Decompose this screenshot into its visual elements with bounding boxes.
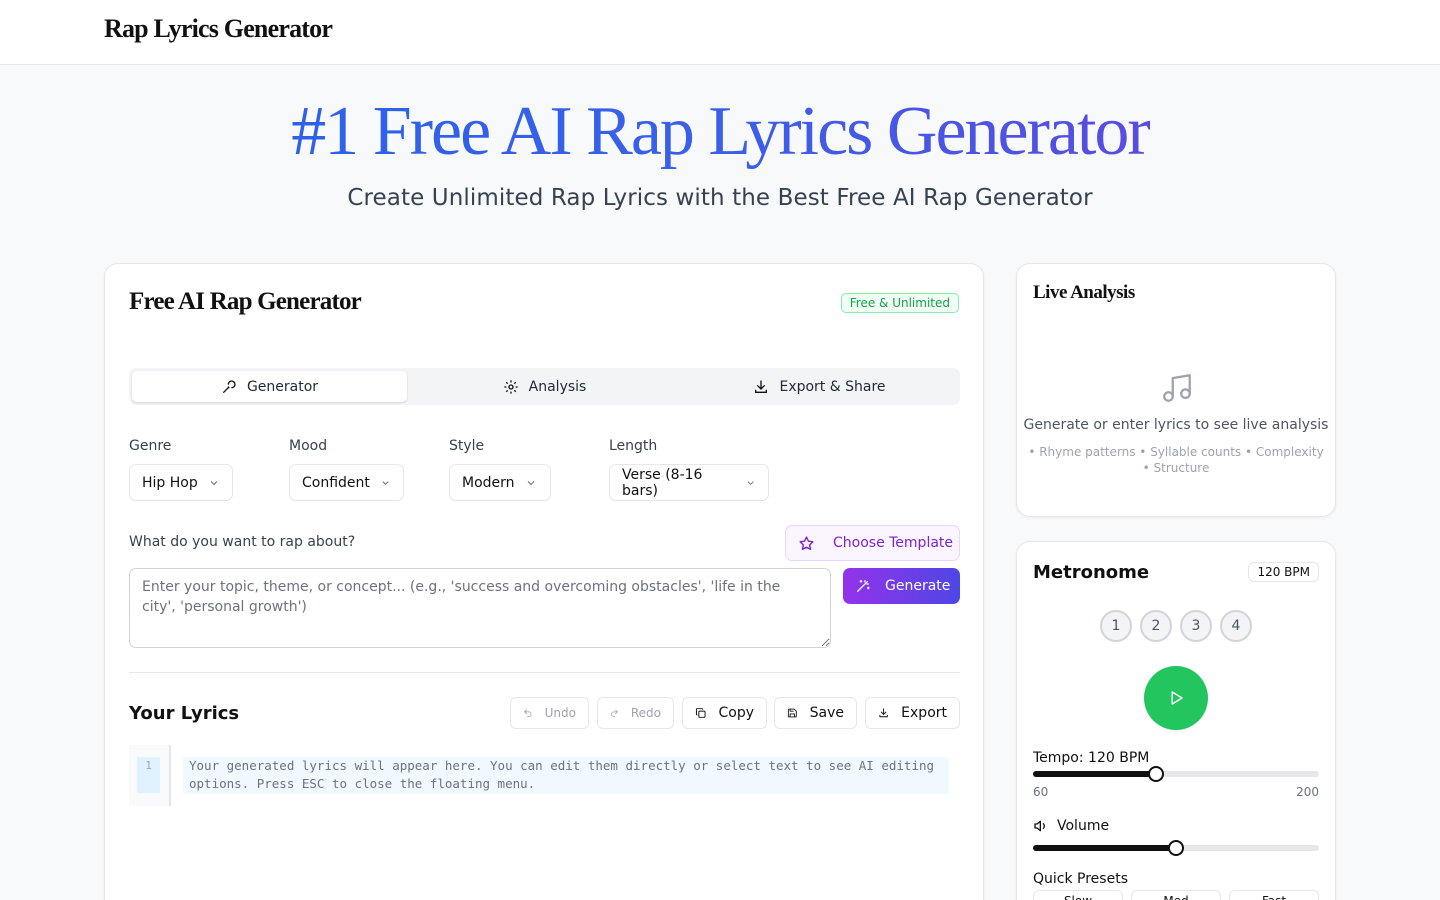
length-value: Verse (8-16 bars) — [622, 466, 703, 499]
preset-med-button[interactable]: Med — [1131, 890, 1221, 900]
undo-button[interactable]: Undo — [510, 697, 589, 729]
generator-title: Free AI Rap Generator — [129, 288, 362, 315]
download-icon — [879, 708, 888, 718]
top-nav-bar: Rap Lyrics Generator — [0, 0, 1440, 65]
chevron-down-icon — [527, 480, 534, 485]
generate-button[interactable]: Generate — [843, 568, 960, 604]
choose-template-label: Choose Template — [833, 535, 954, 551]
style-select[interactable]: Modern — [449, 464, 551, 501]
generator-card: Free AI Rap Generator Free & Unlimited G… — [104, 263, 984, 900]
genre-label: Genre — [129, 438, 172, 454]
volume-label-text: Volume — [1057, 818, 1110, 834]
magic-wand-icon — [857, 580, 870, 592]
redo-button[interactable]: Redo — [597, 697, 674, 729]
chevron-down-icon — [210, 480, 218, 485]
redo-icon — [611, 709, 618, 717]
bpm-badge: 120 BPM — [1248, 562, 1319, 582]
tab-export-label: Export & Share — [779, 378, 886, 395]
generate-label: Generate — [885, 578, 951, 594]
free-unlimited-badge: Free & Unlimited — [840, 293, 959, 313]
volume-slider-thumb[interactable] — [1168, 840, 1184, 856]
redo-label: Redo — [630, 706, 661, 720]
hero-subtitle: Create Unlimited Rap Lyrics with the Bes… — [347, 185, 1093, 211]
star-icon — [799, 535, 814, 550]
export-label: Export — [901, 705, 947, 721]
tab-analysis-label: Analysis — [528, 378, 587, 395]
copy-button[interactable]: Copy — [682, 697, 767, 729]
play-icon — [1171, 691, 1183, 705]
tab-analysis[interactable]: Analysis — [407, 371, 682, 402]
preset-fast-button[interactable]: Fast — [1229, 890, 1319, 900]
gear-icon — [503, 379, 518, 394]
preset-slow-button[interactable]: Slow — [1033, 890, 1123, 900]
genre-value: Hip Hop — [142, 474, 198, 491]
chevron-down-icon — [382, 480, 389, 485]
beat-indicator-4: 4 — [1220, 610, 1252, 642]
beat-indicator-2: 2 — [1140, 610, 1172, 642]
mood-select[interactable]: Confident — [289, 464, 404, 501]
tempo-slider-thumb[interactable] — [1147, 766, 1164, 782]
tempo-slider-fill — [1033, 771, 1156, 777]
style-label: Style — [449, 438, 485, 454]
metronome-title: Metronome — [1033, 562, 1150, 583]
volume-slider-fill — [1033, 845, 1176, 851]
copy-icon — [695, 708, 706, 718]
hero-title: #1 Free AI Rap Lyrics Generator — [0, 92, 1440, 173]
save-button[interactable]: Save — [774, 697, 857, 729]
section-divider — [129, 672, 960, 673]
tab-bar: Generator Analysis Export & Share — [129, 368, 960, 405]
tempo-max-label: 200 — [1296, 785, 1319, 799]
save-icon — [787, 708, 797, 718]
music-note-icon — [1163, 374, 1191, 402]
line-number-gutter: 1 — [129, 745, 171, 806]
line-number: 1 — [137, 757, 160, 793]
tab-generator[interactable]: Generator — [132, 371, 407, 402]
undo-icon — [524, 709, 532, 718]
download-icon — [755, 379, 768, 393]
brand-logo[interactable]: Rap Lyrics Generator — [104, 14, 333, 44]
length-select[interactable]: Verse (8-16 bars) — [609, 464, 769, 501]
live-analysis-title: Live Analysis — [1033, 282, 1135, 303]
volume-label: Volume — [1033, 818, 1109, 834]
copy-label: Copy — [718, 705, 754, 721]
tab-export-share[interactable]: Export & Share — [682, 371, 957, 402]
beat-indicator-1: 1 — [1100, 610, 1132, 642]
volume-slider[interactable] — [1033, 840, 1319, 856]
analysis-features: • Rhyme patterns • Syllable counts • Com… — [1028, 445, 1324, 475]
mood-label: Mood — [289, 438, 328, 454]
lyrics-title: Your Lyrics — [129, 703, 240, 724]
undo-label: Undo — [544, 706, 576, 720]
live-analysis-card: Live Analysis Generate or enter lyrics t… — [1016, 263, 1336, 517]
analysis-empty-message: Generate or enter lyrics to see live ana… — [1023, 417, 1329, 433]
mood-value: Confident — [302, 474, 370, 491]
tempo-slider[interactable] — [1033, 766, 1319, 782]
style-value: Modern — [462, 474, 515, 491]
tempo-label: Tempo: 120 BPM — [1033, 750, 1150, 766]
play-button[interactable] — [1144, 666, 1208, 730]
metronome-card: Metronome 120 BPM 1 2 3 4 Tempo: 120 BPM… — [1016, 541, 1336, 900]
export-button[interactable]: Export — [865, 697, 960, 729]
lyrics-editor[interactable]: Your generated lyrics will appear here. … — [183, 757, 949, 794]
topic-input[interactable] — [129, 568, 831, 648]
microphone-icon — [222, 379, 236, 393]
beat-indicator-3: 3 — [1180, 610, 1212, 642]
length-label: Length — [609, 438, 658, 454]
quick-presets-label: Quick Presets — [1033, 871, 1128, 887]
choose-template-button[interactable]: Choose Template — [785, 525, 960, 561]
tab-generator-label: Generator — [246, 378, 319, 395]
speaker-icon — [1034, 820, 1045, 832]
topic-label: What do you want to rap about? — [129, 534, 356, 550]
chevron-down-icon — [747, 480, 754, 485]
save-label: Save — [809, 705, 844, 721]
genre-select[interactable]: Hip Hop — [129, 464, 233, 501]
tempo-min-label: 60 — [1033, 785, 1049, 799]
